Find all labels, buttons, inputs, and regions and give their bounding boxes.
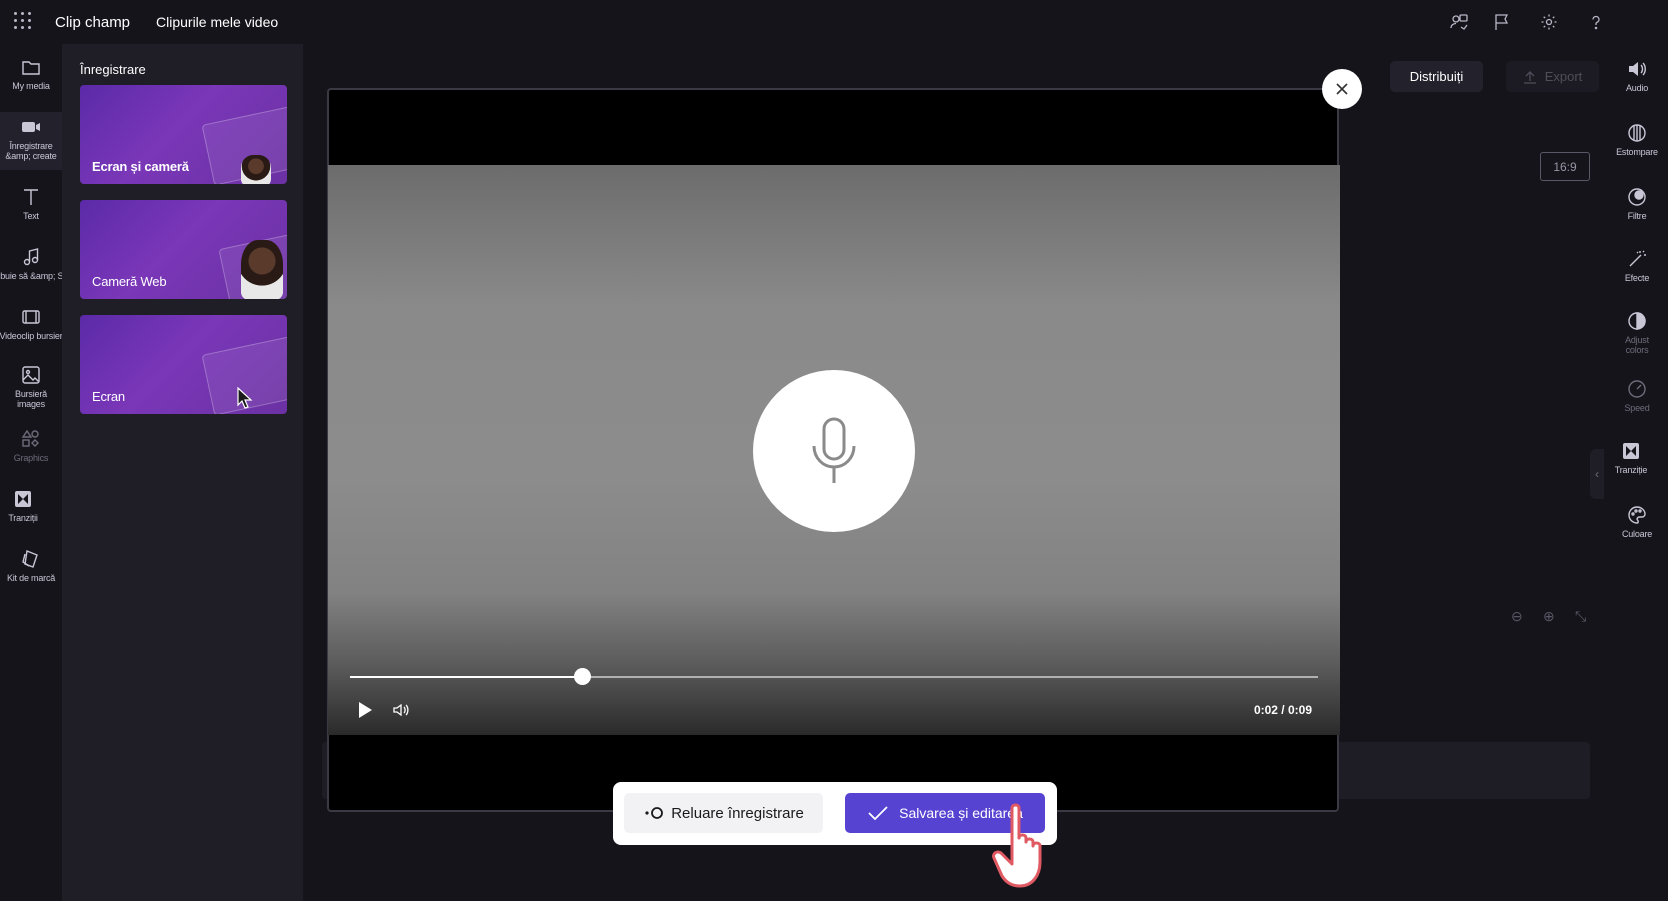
card-label: Cameră Web (92, 274, 167, 289)
rail-item-stock-images[interactable]: Bursieră images (0, 364, 62, 418)
panel-title: Înregistrare (80, 62, 146, 77)
chevron-left-icon: ‹ (1595, 467, 1599, 481)
rail-item-music-sfx[interactable]: Trebuie să &amp; SFX (0, 246, 75, 286)
film-icon (22, 310, 40, 324)
record-screen-card[interactable]: Ecran (80, 315, 287, 414)
video-camera-icon (22, 122, 40, 132)
seek-bar-progress (350, 676, 583, 678)
card-label: Ecran (92, 389, 125, 404)
brand-kit-icon (22, 550, 38, 568)
rail-item-stock-video[interactable]: Videoclip bursier (0, 306, 63, 346)
rail-item-filters[interactable]: Filtre (1606, 186, 1668, 221)
speedometer-icon (1628, 380, 1646, 398)
rail-item-graphics[interactable]: Graphics (0, 428, 62, 468)
presenter-thumbnail (241, 240, 283, 299)
retake-label: Reluare înregistrare (671, 804, 804, 822)
rail-item-brand-kit[interactable]: Kit de marcă (0, 548, 62, 588)
fit-timeline-icon[interactable]: ⤡ (1575, 608, 1586, 625)
rail-item-speed[interactable]: Speed (1606, 378, 1668, 413)
speaker-icon (1629, 62, 1646, 76)
rail-label: Culoare (1621, 529, 1653, 539)
app-launcher-icon[interactable] (14, 12, 32, 30)
zoom-out-icon[interactable]: ⊖ (1511, 608, 1523, 625)
magic-wand-icon (1629, 250, 1646, 267)
rail-item-audio[interactable]: Audio (1606, 58, 1668, 93)
close-preview-button[interactable] (1322, 69, 1362, 109)
close-icon (1336, 83, 1348, 95)
rail-item-text[interactable]: Text (0, 186, 62, 226)
card-label: Ecran și cameră (92, 159, 189, 174)
rail-item-transition[interactable]: Tranziție (1600, 440, 1662, 475)
zoom-in-icon[interactable]: ⊕ (1543, 608, 1555, 625)
transition-icon (1623, 443, 1639, 459)
transition-icon (15, 491, 31, 507)
playback-time: 0:02 / 0:09 (1253, 703, 1312, 717)
retake-recording-button[interactable]: Reluare înregistrare (624, 793, 823, 833)
help-question-icon[interactable] (1585, 11, 1607, 33)
contrast-icon (1628, 312, 1646, 330)
rail-label: Filtre (1627, 211, 1647, 221)
rail-label: Tranziție (1614, 465, 1648, 475)
rail-label: Înregistrare &amp; create (5, 141, 57, 161)
rail-item-fade[interactable]: Estompare (1606, 122, 1668, 157)
music-note-icon (23, 248, 39, 266)
rail-item-my-media[interactable]: My media (0, 56, 62, 100)
rail-item-color[interactable]: Culoare (1606, 504, 1668, 539)
upload-icon (1523, 70, 1536, 84)
rail-label: Kit de marcă (6, 573, 56, 583)
app-window: Clip champ Clipurile mele video My media… (0, 0, 1668, 901)
record-webcam-card[interactable]: Cameră Web (80, 200, 287, 299)
flag-icon[interactable] (1491, 11, 1513, 33)
rail-label: My media (12, 81, 50, 91)
record-icon (645, 807, 664, 819)
image-icon (22, 366, 40, 384)
microphone-icon (812, 417, 856, 483)
rail-label: Videoclip bursier (0, 331, 63, 341)
rail-label: Graphics (13, 453, 49, 463)
rail-label: Tranziții (8, 513, 38, 523)
rail-label: Speed (1624, 403, 1650, 413)
rail-item-effects[interactable]: Efecte (1606, 248, 1668, 283)
pointer-hand-icon (992, 803, 1042, 888)
record-screen-camera-card[interactable]: Ecran și cameră (80, 85, 287, 184)
settings-gear-icon[interactable] (1538, 11, 1560, 33)
rail-item-record-create[interactable]: Înregistrare &amp; create (0, 112, 62, 170)
brand-title[interactable]: Clip champ (55, 14, 130, 31)
presenter-thumbnail (241, 155, 271, 184)
microphone-placeholder (753, 370, 915, 532)
volume-button[interactable] (392, 701, 412, 719)
play-icon (359, 702, 372, 718)
export-label: Export (1544, 69, 1583, 84)
fade-icon (1628, 124, 1646, 142)
mouse-cursor-icon (237, 387, 253, 409)
filter-icon (1628, 188, 1646, 206)
aspect-ratio-button[interactable]: 16:9 (1540, 152, 1590, 181)
rail-item-adjust-colors[interactable]: Adjust colors (1606, 310, 1668, 355)
shapes-icon (21, 429, 39, 447)
rail-item-transitions[interactable]: Tranziții (0, 488, 54, 528)
rail-label: Efecte (1624, 273, 1650, 283)
volume-icon (393, 703, 409, 717)
share-feedback-icon[interactable] (1448, 11, 1470, 33)
checkmark-icon (868, 806, 888, 821)
my-videos-link[interactable]: Clipurile mele video (156, 14, 278, 30)
share-button[interactable]: Distribuiți (1390, 61, 1483, 92)
top-bar: Clip champ Clipurile mele video (0, 0, 1668, 44)
play-button[interactable] (357, 701, 375, 719)
rail-label: Adjust colors (1625, 335, 1649, 355)
palette-icon (1628, 506, 1646, 524)
rail-label: Estompare (1616, 147, 1658, 157)
folder-icon (22, 61, 40, 75)
text-icon (24, 189, 38, 205)
rail-label: Bursieră images (15, 389, 47, 409)
rail-label: Text (23, 211, 39, 221)
left-navigation-rail (0, 44, 62, 901)
rail-label: Audio (1625, 83, 1649, 93)
export-button[interactable]: Export (1506, 61, 1599, 92)
